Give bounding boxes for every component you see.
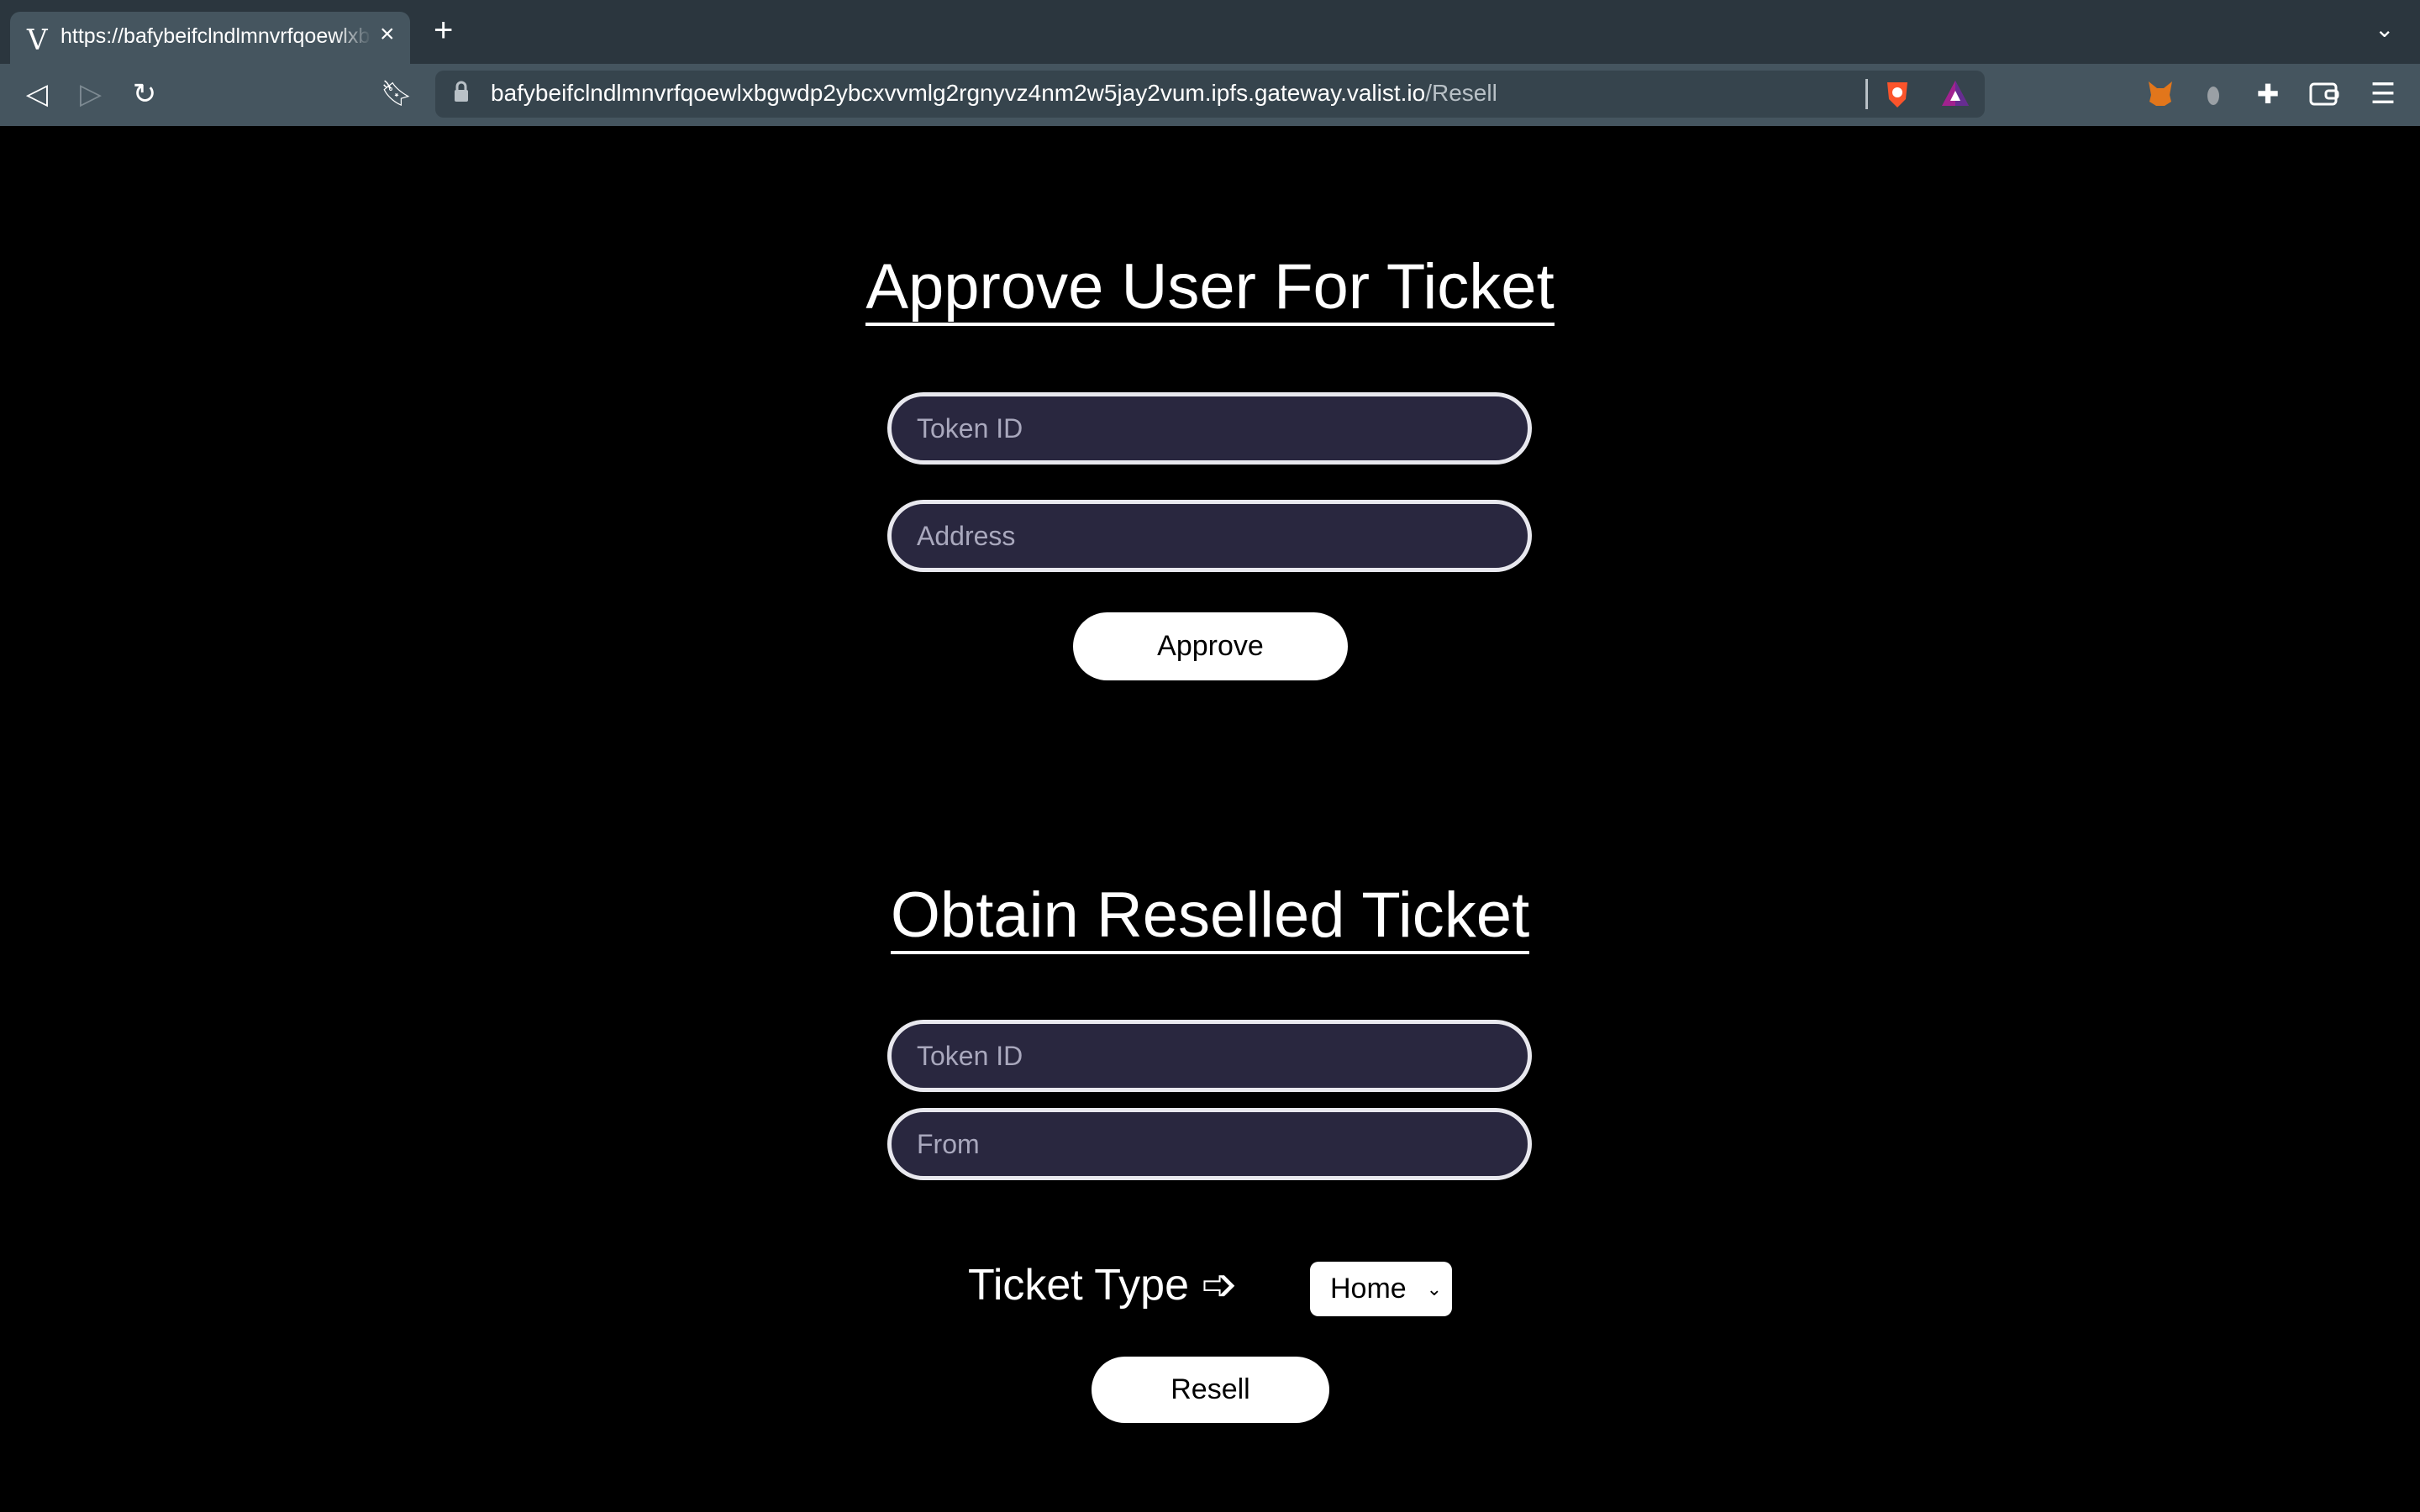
- lock-icon: [455, 81, 468, 102]
- bookmark-icon[interactable]: 🔖︎: [378, 76, 415, 113]
- resell-heading: Obtain Reselled Ticket: [0, 879, 2420, 954]
- new-tab-button[interactable]: +: [434, 13, 453, 47]
- extension-icon[interactable]: [2205, 81, 2222, 108]
- forward-icon[interactable]: ▷: [72, 76, 109, 113]
- wallet-icon[interactable]: [2309, 81, 2339, 108]
- resell-button[interactable]: Resell: [1092, 1357, 1329, 1423]
- browser-tab[interactable]: V https://bafybeifclndlmnvrfqoewlxbgwdp2…: [10, 12, 410, 64]
- divider: [1865, 79, 1868, 109]
- ticket-type-select[interactable]: Home ⌄: [1310, 1262, 1452, 1316]
- ticket-type-selected: Home: [1330, 1273, 1407, 1305]
- url-text[interactable]: bafybeifclndlmnvrfqoewlxbgwdp2ybcxvvmlg2…: [491, 80, 1497, 107]
- approve-token-id-input[interactable]: [887, 392, 1532, 465]
- approve-button[interactable]: Approve: [1073, 612, 1348, 680]
- brave-rewards-icon[interactable]: [1941, 79, 1970, 108]
- tab-title: https://bafybeifclndlmnvrfqoewlxbgwdp2yb…: [60, 24, 371, 48]
- approve-address-input[interactable]: [887, 500, 1532, 572]
- url-host: bafybeifclndlmnvrfqoewlxbgwdp2ybcxvvmlg2…: [491, 80, 1426, 106]
- ticket-type-label: Ticket Type ➩: [968, 1261, 1239, 1310]
- menu-icon[interactable]: ☰: [2365, 76, 2402, 113]
- url-path: /Resell: [1425, 80, 1497, 106]
- close-tab-icon[interactable]: ×: [380, 20, 395, 49]
- tab-list-chevron-icon[interactable]: ⌄: [2375, 15, 2394, 43]
- approve-heading-text: Approve User For Ticket: [865, 251, 1555, 326]
- brave-shields-icon[interactable]: [1885, 79, 1910, 109]
- metamask-icon[interactable]: [2146, 79, 2175, 108]
- resell-heading-text: Obtain Reselled Ticket: [890, 879, 1530, 954]
- resell-from-input[interactable]: [887, 1108, 1532, 1180]
- reload-icon[interactable]: ↻: [126, 76, 163, 113]
- valist-logo-icon: V: [27, 24, 48, 57]
- chevron-down-icon: ⌄: [1426, 1278, 1442, 1299]
- puzzle-icon[interactable]: ✚: [2249, 76, 2286, 113]
- back-icon[interactable]: ◁: [18, 76, 55, 113]
- approve-heading: Approve User For Ticket: [0, 250, 2420, 326]
- resell-token-id-input[interactable]: [887, 1020, 1532, 1092]
